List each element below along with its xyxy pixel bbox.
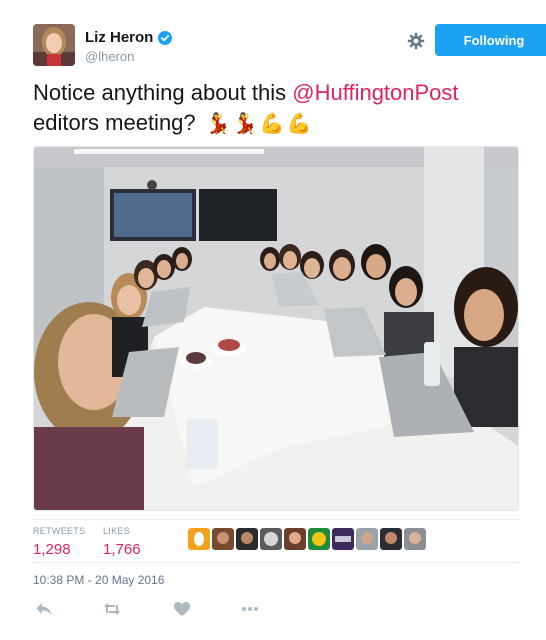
tweet-text-part: editors meeting? [33, 110, 202, 135]
tweet-text: Notice anything about this @HuffingtonPo… [33, 78, 503, 138]
liker-avatar[interactable] [212, 528, 234, 550]
liker-avatar[interactable] [308, 528, 330, 550]
meeting-room-photo [34, 147, 518, 510]
dancer-emoji: 💃 [205, 113, 231, 136]
liker-avatar[interactable] [284, 528, 306, 550]
more-icon[interactable] [241, 600, 259, 618]
reply-icon[interactable] [35, 600, 53, 618]
author-display-name[interactable]: Liz Heron [85, 29, 153, 46]
likers-avatars [188, 528, 426, 550]
likes-count: 1,766 [103, 541, 141, 558]
liker-avatar[interactable] [380, 528, 402, 550]
tweet-photo[interactable] [33, 146, 519, 511]
tweet-timestamp[interactable]: 10:38 PM - 20 May 2016 [33, 573, 164, 587]
flexed-biceps-emoji: 💪 [286, 113, 312, 136]
following-button[interactable]: Following [435, 24, 546, 56]
tweet-actions [33, 600, 293, 620]
liker-avatar[interactable] [404, 528, 426, 550]
author-handle[interactable]: @lheron [85, 49, 134, 64]
retweets-count: 1,298 [33, 541, 71, 558]
verified-badge-icon [158, 30, 173, 45]
gear-icon[interactable] [407, 32, 425, 50]
tweet-header: Liz Heron @lheron Following [33, 24, 546, 72]
mention-link[interactable]: @HuffingtonPost [292, 80, 458, 105]
liker-avatar[interactable] [236, 528, 258, 550]
emoji-row: 💃 💃 💪 💪 [206, 113, 312, 135]
dancer-emoji: 💃 [232, 113, 258, 136]
stats-top-divider [33, 519, 519, 520]
tweet-text-part: Notice anything about this [33, 80, 293, 105]
author-name-row[interactable]: Liz Heron [85, 29, 173, 46]
retweets-label: RETWEETS [33, 526, 86, 536]
liker-avatar[interactable] [188, 528, 210, 550]
likes-label: LIKES [103, 526, 131, 536]
retweets-stat[interactable]: RETWEETS 1,298 [33, 526, 85, 558]
flexed-biceps-emoji: 💪 [259, 113, 285, 136]
liker-avatar[interactable] [332, 528, 354, 550]
retweet-icon[interactable] [103, 600, 121, 618]
author-avatar[interactable] [33, 24, 75, 66]
heart-icon[interactable] [173, 600, 191, 618]
likes-stat[interactable]: LIKES 1,766 [103, 526, 141, 558]
liker-avatar[interactable] [260, 528, 282, 550]
avatar-image [33, 24, 75, 66]
stats-bottom-divider [33, 562, 519, 563]
liker-avatar[interactable] [356, 528, 378, 550]
